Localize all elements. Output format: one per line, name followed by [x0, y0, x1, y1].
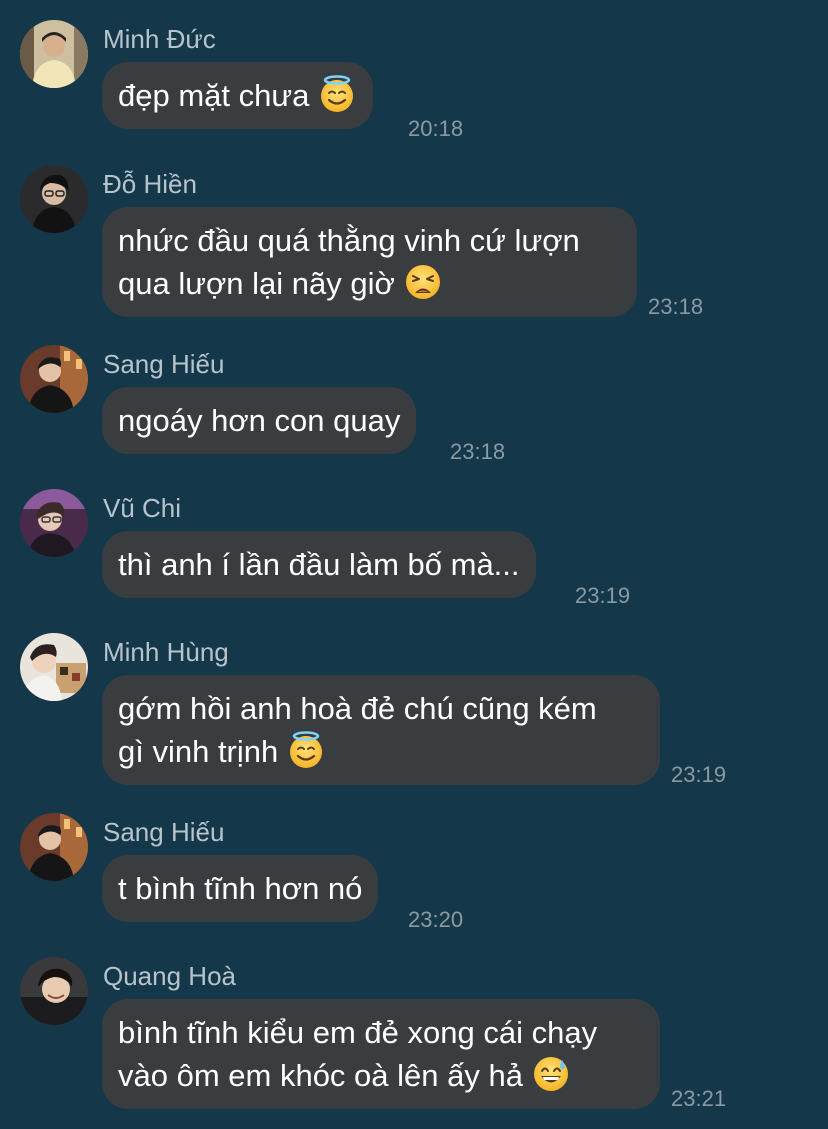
message-text: vào ôm em khóc oà lên ấy hả: [118, 1058, 523, 1093]
message-text: ngoáy hơn con quay: [118, 403, 401, 438]
user-avatar-icon: [20, 20, 88, 88]
avatar[interactable]: [20, 813, 88, 881]
user-avatar-icon: [20, 345, 88, 413]
sender-name: Sang Hiếu: [103, 817, 225, 847]
user-avatar-icon: [20, 165, 88, 233]
sender-name: Quang Hoà: [103, 961, 236, 991]
user-avatar-icon: [20, 633, 88, 701]
avatar[interactable]: [20, 20, 88, 88]
message-bubble[interactable]: đẹp mặt chưa: [102, 62, 374, 129]
grinning-face-with-sweat-emoji-icon: [531, 1054, 571, 1094]
message-bubble[interactable]: gớm hồi anh hoà đẻ chú cũng kém gì vinh …: [102, 675, 660, 785]
smiling-face-with-halo-emoji-icon: [317, 74, 357, 114]
user-avatar-icon: [20, 957, 88, 1025]
message-text: bình tĩnh kiểu em đẻ xong cái chạy: [118, 1015, 598, 1050]
message-bubble[interactable]: bình tĩnh kiểu em đẻ xong cái chạy vào ô…: [102, 999, 660, 1109]
avatar[interactable]: [20, 489, 88, 557]
message-timestamp: 23:18: [450, 439, 506, 464]
sender-name: Minh Hùng: [103, 637, 229, 667]
avatar[interactable]: [20, 633, 88, 701]
message-bubble[interactable]: thì anh í lần đầu làm bố mà...: [102, 531, 536, 598]
avatar[interactable]: [20, 165, 88, 233]
message-timestamp: 23:19: [575, 583, 631, 608]
sender-name: Vũ Chi: [103, 493, 182, 523]
weary-face-emoji-icon: [403, 262, 443, 302]
message-bubble[interactable]: nhức đầu quá thằng vinh cứ lượn qua lượn…: [102, 207, 637, 317]
message-timestamp: 20:18: [408, 116, 464, 141]
message-text: nhức đầu quá thằng vinh cứ lượn: [118, 223, 580, 258]
user-avatar-icon: [20, 489, 88, 557]
chat-screen[interactable]: { "colors": { "background": "#14374a", "…: [0, 0, 828, 1129]
message-timestamp: 23:21: [671, 1086, 727, 1111]
sender-name: Minh Đức: [103, 24, 216, 54]
message-bubble[interactable]: ngoáy hơn con quay: [102, 387, 417, 454]
message-text: gì vinh trịnh: [118, 734, 279, 769]
smiling-face-with-halo-emoji-icon: [286, 730, 326, 770]
message-bubble[interactable]: t bình tĩnh hơn nó: [102, 855, 379, 922]
message-text: thì anh í lần đầu làm bố mà...: [118, 547, 520, 582]
message-text: qua lượn lại nãy giờ: [118, 266, 395, 301]
message-timestamp: 23:18: [648, 294, 704, 319]
avatar[interactable]: [20, 345, 88, 413]
user-avatar-icon: [20, 813, 88, 881]
avatar[interactable]: [20, 957, 88, 1025]
message-text: đẹp mặt chưa: [118, 78, 310, 113]
message-timestamp: 23:19: [671, 762, 727, 787]
sender-name: Đỗ Hiền: [103, 169, 197, 199]
message-text: gớm hồi anh hoà đẻ chú cũng kém: [118, 691, 597, 726]
message-timestamp: 23:20: [408, 907, 464, 932]
message-text: t bình tĩnh hơn nó: [118, 871, 363, 906]
sender-name: Sang Hiếu: [103, 349, 225, 379]
